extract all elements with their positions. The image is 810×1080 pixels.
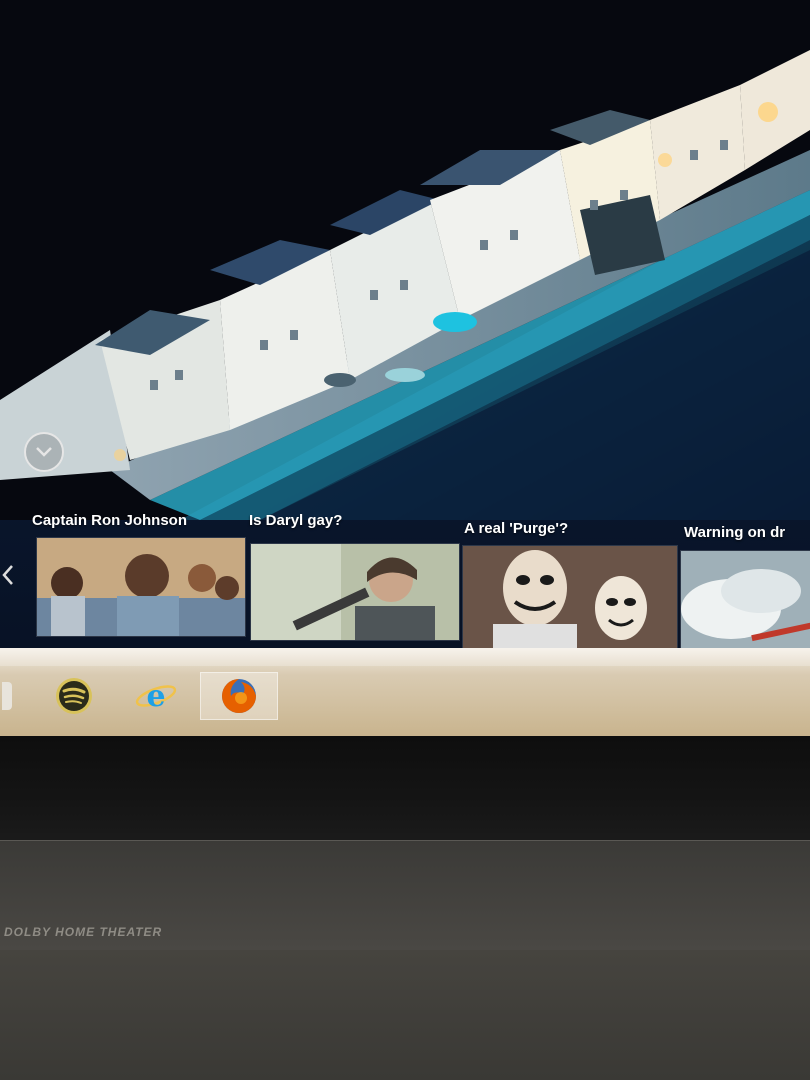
news-photo: [463, 546, 677, 648]
firefox-icon: [222, 679, 256, 713]
news-thumbnail[interactable]: [250, 543, 460, 641]
svg-text:e: e: [146, 679, 165, 714]
partial-app-icon: [2, 682, 12, 710]
taskbar-app-firefox[interactable]: [200, 672, 278, 720]
news-item[interactable]: A real 'Purge'?: [460, 500, 678, 650]
news-title: Captain Ron Johnson: [32, 512, 187, 529]
spotify-icon: [56, 678, 92, 714]
news-thumbnail[interactable]: [462, 545, 678, 649]
taskbar-app-internet-explorer[interactable]: e: [126, 674, 186, 718]
news-photo: [681, 551, 810, 649]
news-thumbnail[interactable]: [680, 550, 810, 650]
monitor-screen: Captain Ron Johnson Is Daryl gay? A real…: [0, 0, 810, 650]
news-item[interactable]: Captain Ron Johnson: [0, 500, 250, 640]
taskbar: e: [0, 648, 810, 736]
news-title: Is Daryl gay?: [249, 512, 343, 529]
taskbar-edge: [0, 648, 810, 666]
internet-explorer-icon: e: [135, 679, 177, 714]
laptop-base: [0, 950, 810, 1080]
news-photo: [251, 544, 459, 640]
news-item[interactable]: Is Daryl gay?: [248, 500, 462, 641]
taskbar-app-spotify[interactable]: [44, 674, 104, 718]
news-thumbnail[interactable]: [36, 537, 246, 637]
news-photo: [37, 538, 245, 636]
background-harbor-image: [0, 0, 810, 520]
news-title: A real 'Purge'?: [464, 520, 569, 537]
news-carousel: Captain Ron Johnson Is Daryl gay? A real…: [0, 500, 810, 650]
news-item[interactable]: Warning on dr: [680, 500, 810, 650]
chevron-down-icon: [36, 447, 52, 457]
news-title: Warning on dr: [684, 524, 786, 541]
scroll-down-button[interactable]: [24, 432, 64, 472]
brand-label: DOLBY HOME THEATER: [4, 925, 163, 939]
taskbar-left-edge[interactable]: [0, 674, 14, 718]
